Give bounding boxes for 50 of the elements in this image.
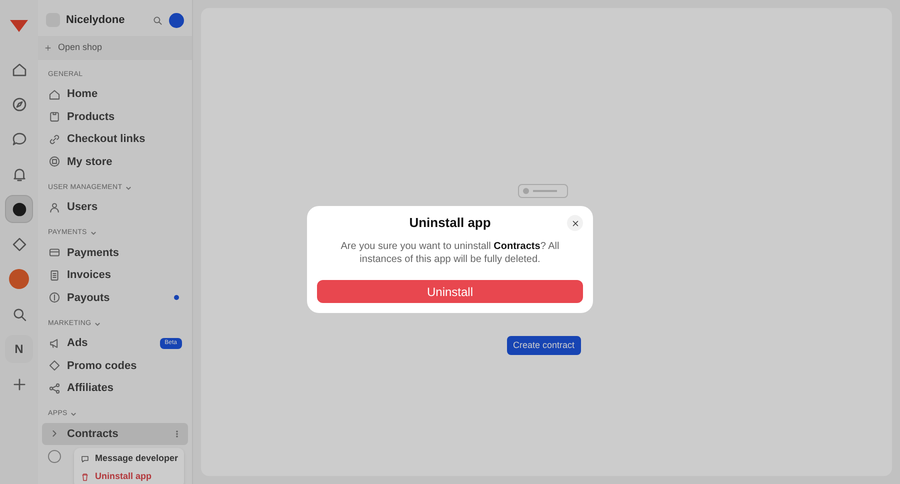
link-icon [48,132,61,146]
nav-item[interactable]: Payouts [42,286,188,309]
search-icon [10,306,28,322]
chevron-down-icon[interactable] [90,230,97,237]
app-icon [48,450,61,462]
trash-icon [80,472,90,482]
create-contract-button[interactable]: Create contract [507,336,581,355]
nav-item[interactable]: Payments [42,242,188,264]
chevron-down-icon[interactable] [125,184,132,192]
nav-item[interactable]: Products [42,106,188,128]
open-shop-label: Open shop [58,41,102,54]
placeholder-graphic [518,184,568,198]
document-icon [48,268,61,282]
tag-icon [10,236,28,252]
chat-bubble-icon [80,454,90,464]
chat-bubble-icon [10,130,28,148]
avatar[interactable] [9,269,29,289]
nav-item[interactable]: Users [42,196,188,218]
tag-icon [48,359,61,372]
share-icon [48,382,61,395]
chevron-down-icon[interactable] [94,320,102,328]
compass-icon [10,96,28,112]
nav-item[interactable]: Home [42,83,188,106]
home-icon [48,88,61,101]
nav-item[interactable]: Checkout links [42,128,188,150]
search-icon [152,14,163,26]
logo-icon [10,20,28,32]
coin-icon [48,291,61,304]
card-icon [48,246,61,260]
box-icon [48,110,61,124]
dialog-title: Uninstall app [409,214,491,232]
nav-item[interactable]: Affiliates [42,377,188,400]
nav-item[interactable]: My store [42,150,188,173]
nav-item[interactable]: Contracts [42,422,188,445]
workspace-name[interactable]: Nicelydone [66,12,125,28]
menu-item[interactable]: Uninstall app [74,468,184,484]
plus-icon [44,44,52,52]
menu-item[interactable]: Message developer [74,450,184,468]
chevron-down-icon[interactable] [70,411,78,418]
nav-item[interactable]: Invoices [42,264,188,286]
avatar[interactable] [169,12,184,28]
user-icon [48,200,61,214]
close-button[interactable] [567,215,583,231]
dialog-message: Are you sure you want to uninstall Contracts? All instances of this app will be fully deleted. [340,240,560,266]
close-icon [570,218,580,228]
nav-item[interactable]: Promo codes [42,354,188,377]
app-icon [10,200,28,218]
uninstall-button[interactable]: Uninstall [317,280,583,303]
open-shop-bar[interactable]: Open shop [38,36,192,60]
store-icon [48,155,61,168]
